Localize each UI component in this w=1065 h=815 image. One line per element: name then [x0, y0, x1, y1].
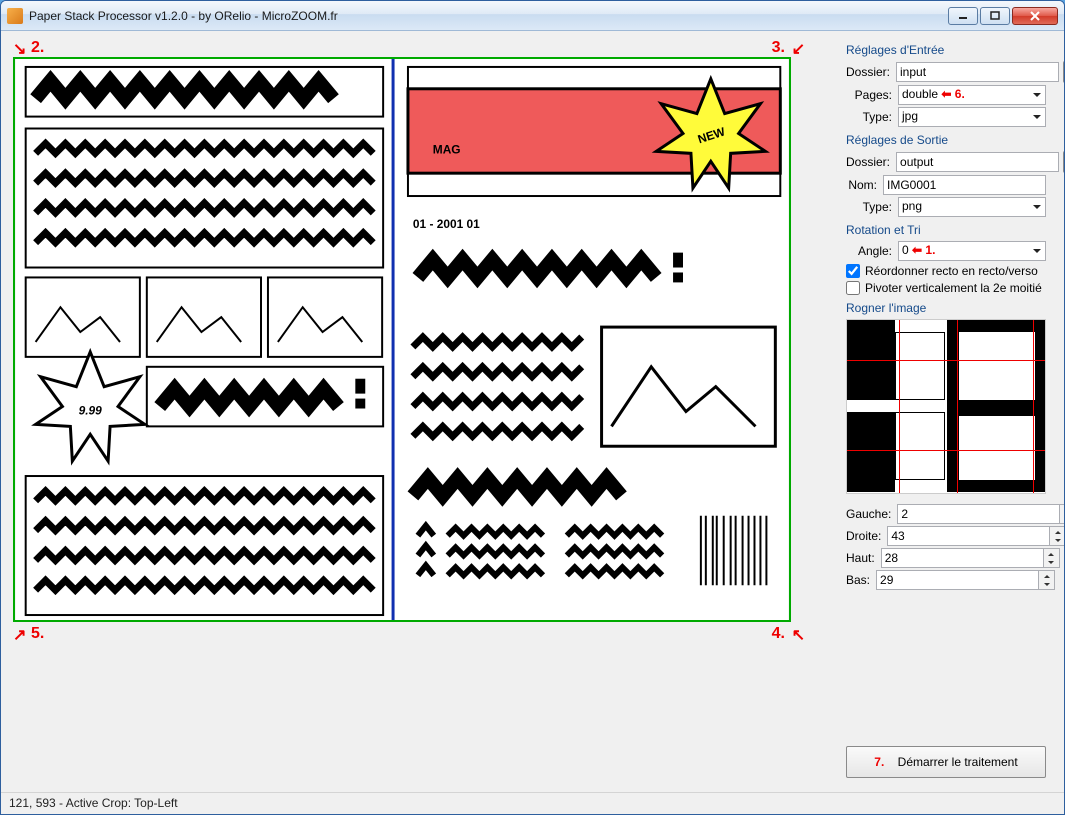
side-panel: Réglages d'Entrée Dossier: ... Pages: do… — [846, 37, 1046, 592]
input-type-label: Type: — [846, 110, 898, 124]
output-name-field[interactable] — [883, 175, 1046, 195]
flip-checkbox[interactable] — [846, 281, 860, 295]
output-folder-label: Dossier: — [846, 155, 896, 169]
crop-bottom-label: Bas: — [846, 573, 876, 587]
group-output-title: Réglages de Sortie — [846, 133, 1046, 147]
app-icon — [7, 8, 23, 24]
preview-area: ↘ 2. 3. ↙ ↗ 5. ↖ 4. — [9, 39, 809, 669]
reorder-checkbox-row[interactable]: Réordonner recto en recto/verso — [846, 264, 1046, 278]
crop-top-field[interactable] — [881, 548, 1043, 568]
close-button[interactable] — [1012, 7, 1058, 25]
angle-select[interactable]: 0 ⬅ 1. — [898, 241, 1046, 261]
input-type-row: Type: jpg — [846, 107, 1046, 127]
annotation-6: 6. — [955, 87, 965, 101]
output-type-label: Type: — [846, 200, 898, 214]
corner-arrow-tr-icon: ↙ — [792, 39, 805, 59]
input-pages-label: Pages: — [846, 88, 898, 102]
group-input-title: Réglages d'Entrée — [846, 43, 1046, 57]
preview-image[interactable]: 9.99 MAG NEW 01 - 2001 01 — [13, 57, 791, 622]
crop-top-spinner[interactable] — [1043, 548, 1060, 568]
window-title: Paper Stack Processor v1.2.0 - by ORelio… — [29, 9, 948, 23]
input-folder-field[interactable] — [896, 62, 1059, 82]
output-name-label: Nom: — [846, 178, 883, 192]
crop-bottom-row: Bas: — [846, 570, 1046, 590]
crop-left-spinner[interactable] — [1059, 504, 1065, 524]
crop-right-label: Droite: — [846, 529, 887, 543]
reorder-checkbox[interactable] — [846, 264, 860, 278]
angle-label: Angle: — [846, 244, 898, 258]
input-pages-row: Pages: double ⬅ 6. — [846, 85, 1046, 105]
status-bar: 121, 593 - Active Crop: Top-Left — [1, 792, 1064, 814]
annotation-2: 2. — [31, 39, 44, 57]
group-rotation-title: Rotation et Tri — [846, 223, 1046, 237]
crop-bottom-spinner[interactable] — [1038, 570, 1055, 590]
annotation-3: 3. — [772, 39, 785, 57]
output-name-row: Nom: — [846, 175, 1046, 195]
crop-top-row: Haut: — [846, 548, 1046, 568]
svg-text:01 - 2001 01: 01 - 2001 01 — [413, 217, 480, 231]
crop-top-label: Haut: — [846, 551, 881, 565]
angle-row: Angle: 0 ⬅ 1. — [846, 241, 1046, 261]
corner-arrow-bl-icon: ↗ — [13, 625, 26, 645]
input-type-select[interactable]: jpg — [898, 107, 1046, 127]
crop-right-field[interactable] — [887, 526, 1049, 546]
left-arrow-icon: ⬅ — [941, 87, 954, 101]
crop-left-label: Gauche: — [846, 507, 897, 521]
output-type-select[interactable]: png — [898, 197, 1046, 217]
crop-preview[interactable] — [846, 319, 1046, 494]
maximize-button[interactable] — [980, 7, 1010, 25]
annotation-1: 1. — [925, 243, 935, 257]
svg-text:MAG: MAG — [433, 142, 461, 156]
app-window: Paper Stack Processor v1.2.0 - by ORelio… — [0, 0, 1065, 815]
group-crop-title: Rogner l'image — [846, 301, 1046, 315]
annotation-4: 4. — [772, 625, 785, 643]
flip-checkbox-row[interactable]: Pivoter verticalement la 2e moitié — [846, 281, 1046, 295]
annotation-5: 5. — [31, 625, 44, 643]
corner-arrow-br-icon: ↖ — [792, 625, 805, 645]
crop-left-row: Gauche: — [846, 504, 1046, 524]
input-folder-row: Dossier: ... — [846, 61, 1046, 83]
input-folder-label: Dossier: — [846, 65, 896, 79]
output-type-row: Type: png — [846, 197, 1046, 217]
svg-text:9.99: 9.99 — [79, 403, 103, 417]
crop-left-field[interactable] — [897, 504, 1059, 524]
titlebar: Paper Stack Processor v1.2.0 - by ORelio… — [1, 1, 1064, 31]
reorder-label: Réordonner recto en recto/verso — [865, 264, 1038, 278]
left-arrow-icon: ⬅ — [912, 243, 925, 257]
client-area: ↘ 2. 3. ↙ ↗ 5. ↖ 4. — [1, 31, 1064, 814]
start-processing-button[interactable]: 7. Démarrer le traitement — [846, 746, 1046, 778]
start-button-label: Démarrer le traitement — [898, 755, 1018, 769]
crop-bottom-field[interactable] — [876, 570, 1038, 590]
flip-label: Pivoter verticalement la 2e moitié — [865, 281, 1042, 295]
corner-arrow-tl-icon: ↘ — [13, 39, 26, 59]
crop-right-spinner[interactable] — [1049, 526, 1065, 546]
output-folder-field[interactable] — [896, 152, 1059, 172]
input-pages-select[interactable]: double ⬅ 6. — [898, 85, 1046, 105]
angle-value: 0 — [902, 243, 909, 257]
input-pages-value: double — [902, 87, 938, 101]
annotation-7: 7. — [874, 755, 884, 769]
crop-right-row: Droite: — [846, 526, 1046, 546]
window-controls — [948, 7, 1058, 25]
minimize-button[interactable] — [948, 7, 978, 25]
output-folder-row: Dossier: ... — [846, 151, 1046, 173]
